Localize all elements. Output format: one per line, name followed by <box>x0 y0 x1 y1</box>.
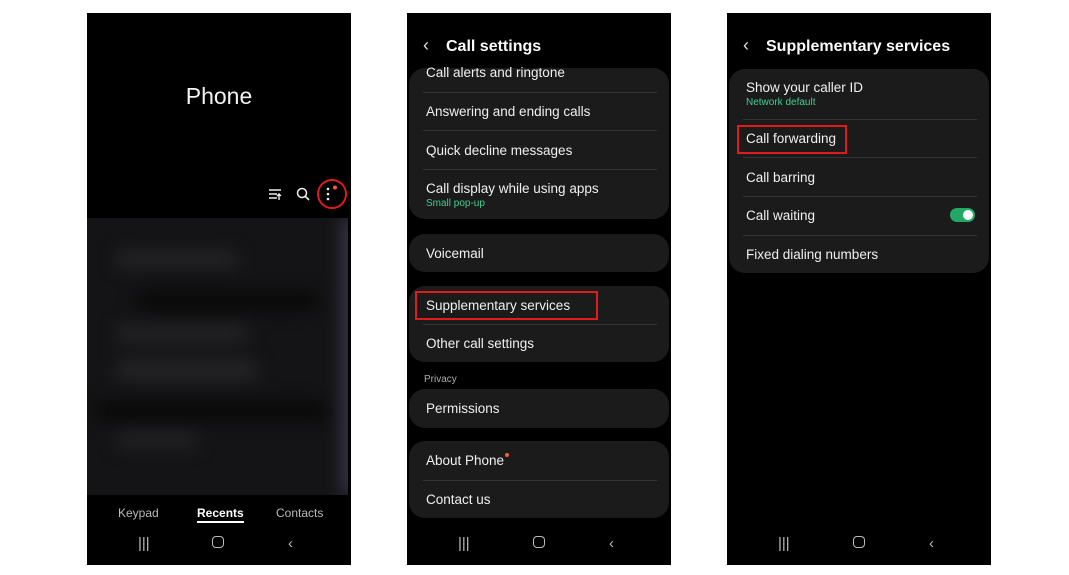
recent-apps-icon[interactable]: ||| <box>778 535 790 552</box>
tab-recents[interactable]: Recents <box>197 506 244 523</box>
settings-card-1: Call alerts and ringtone Answering and e… <box>409 65 669 219</box>
settings-card-5: About Phone Contact us <box>409 441 669 518</box>
back-arrow-icon[interactable]: ‹ <box>743 35 749 56</box>
highlight-box <box>415 291 598 320</box>
system-nav-bar: ||| ‹ <box>407 529 671 565</box>
search-icon[interactable] <box>296 187 310 201</box>
system-nav-bar: ||| ‹ <box>727 529 991 565</box>
back-arrow-icon[interactable]: ‹ <box>423 35 429 56</box>
notification-dot <box>505 453 510 457</box>
recent-apps-icon[interactable]: ||| <box>458 535 470 552</box>
app-title: Phone <box>185 83 253 109</box>
bottom-tabs: Keypad Recents Contacts <box>87 506 351 526</box>
item-fixed-dialing[interactable]: Fixed dialing numbers <box>746 247 975 262</box>
supplementary-card: Show your caller ID Network default Call … <box>729 69 989 273</box>
back-icon[interactable]: ‹ <box>288 535 293 552</box>
page-title: Supplementary services <box>766 38 951 55</box>
section-header-privacy: Privacy <box>424 374 457 385</box>
back-icon[interactable]: ‹ <box>929 535 934 552</box>
filter-icon[interactable] <box>268 187 282 201</box>
call-settings-screen: ‹ Call settings Call alerts and ringtone… <box>407 13 671 565</box>
phone-screen: Phone Keypad Recents Contacts ||| ‹ <box>87 13 351 565</box>
home-icon[interactable] <box>853 536 865 548</box>
tab-contacts[interactable]: Contacts <box>276 506 323 520</box>
item-quick-decline[interactable]: Quick decline messages <box>426 143 655 158</box>
tab-keypad[interactable]: Keypad <box>118 506 159 520</box>
item-answering-ending[interactable]: Answering and ending calls <box>426 104 655 119</box>
call-waiting-toggle[interactable] <box>950 208 975 222</box>
settings-card-4: Permissions <box>409 389 669 428</box>
item-voicemail[interactable]: Voicemail <box>426 246 655 261</box>
recents-list-blurred <box>87 218 348 495</box>
settings-card-2: Voicemail <box>409 234 669 272</box>
item-call-display[interactable]: Call display while using apps Small pop-u… <box>426 181 655 209</box>
item-contact-us[interactable]: Contact us <box>426 492 655 507</box>
item-call-alerts[interactable]: Call alerts and ringtone <box>426 65 655 80</box>
supplementary-services-screen: ‹ Supplementary services Show your calle… <box>727 13 991 565</box>
highlight-circle <box>317 179 347 209</box>
back-icon[interactable]: ‹ <box>609 535 614 552</box>
system-nav-bar: ||| ‹ <box>87 529 351 565</box>
highlight-box <box>737 125 847 154</box>
item-call-waiting[interactable]: Call waiting <box>746 208 975 223</box>
page-title: Call settings <box>446 38 542 55</box>
home-icon[interactable] <box>533 536 545 548</box>
item-other-call-settings[interactable]: Other call settings <box>426 336 655 351</box>
item-about-phone[interactable]: About Phone <box>426 453 655 468</box>
item-permissions[interactable]: Permissions <box>426 401 655 416</box>
item-call-barring[interactable]: Call barring <box>746 170 975 185</box>
item-show-caller-id[interactable]: Show your caller ID Network default <box>746 80 975 108</box>
recent-apps-icon[interactable]: ||| <box>138 535 150 552</box>
home-icon[interactable] <box>212 536 224 548</box>
